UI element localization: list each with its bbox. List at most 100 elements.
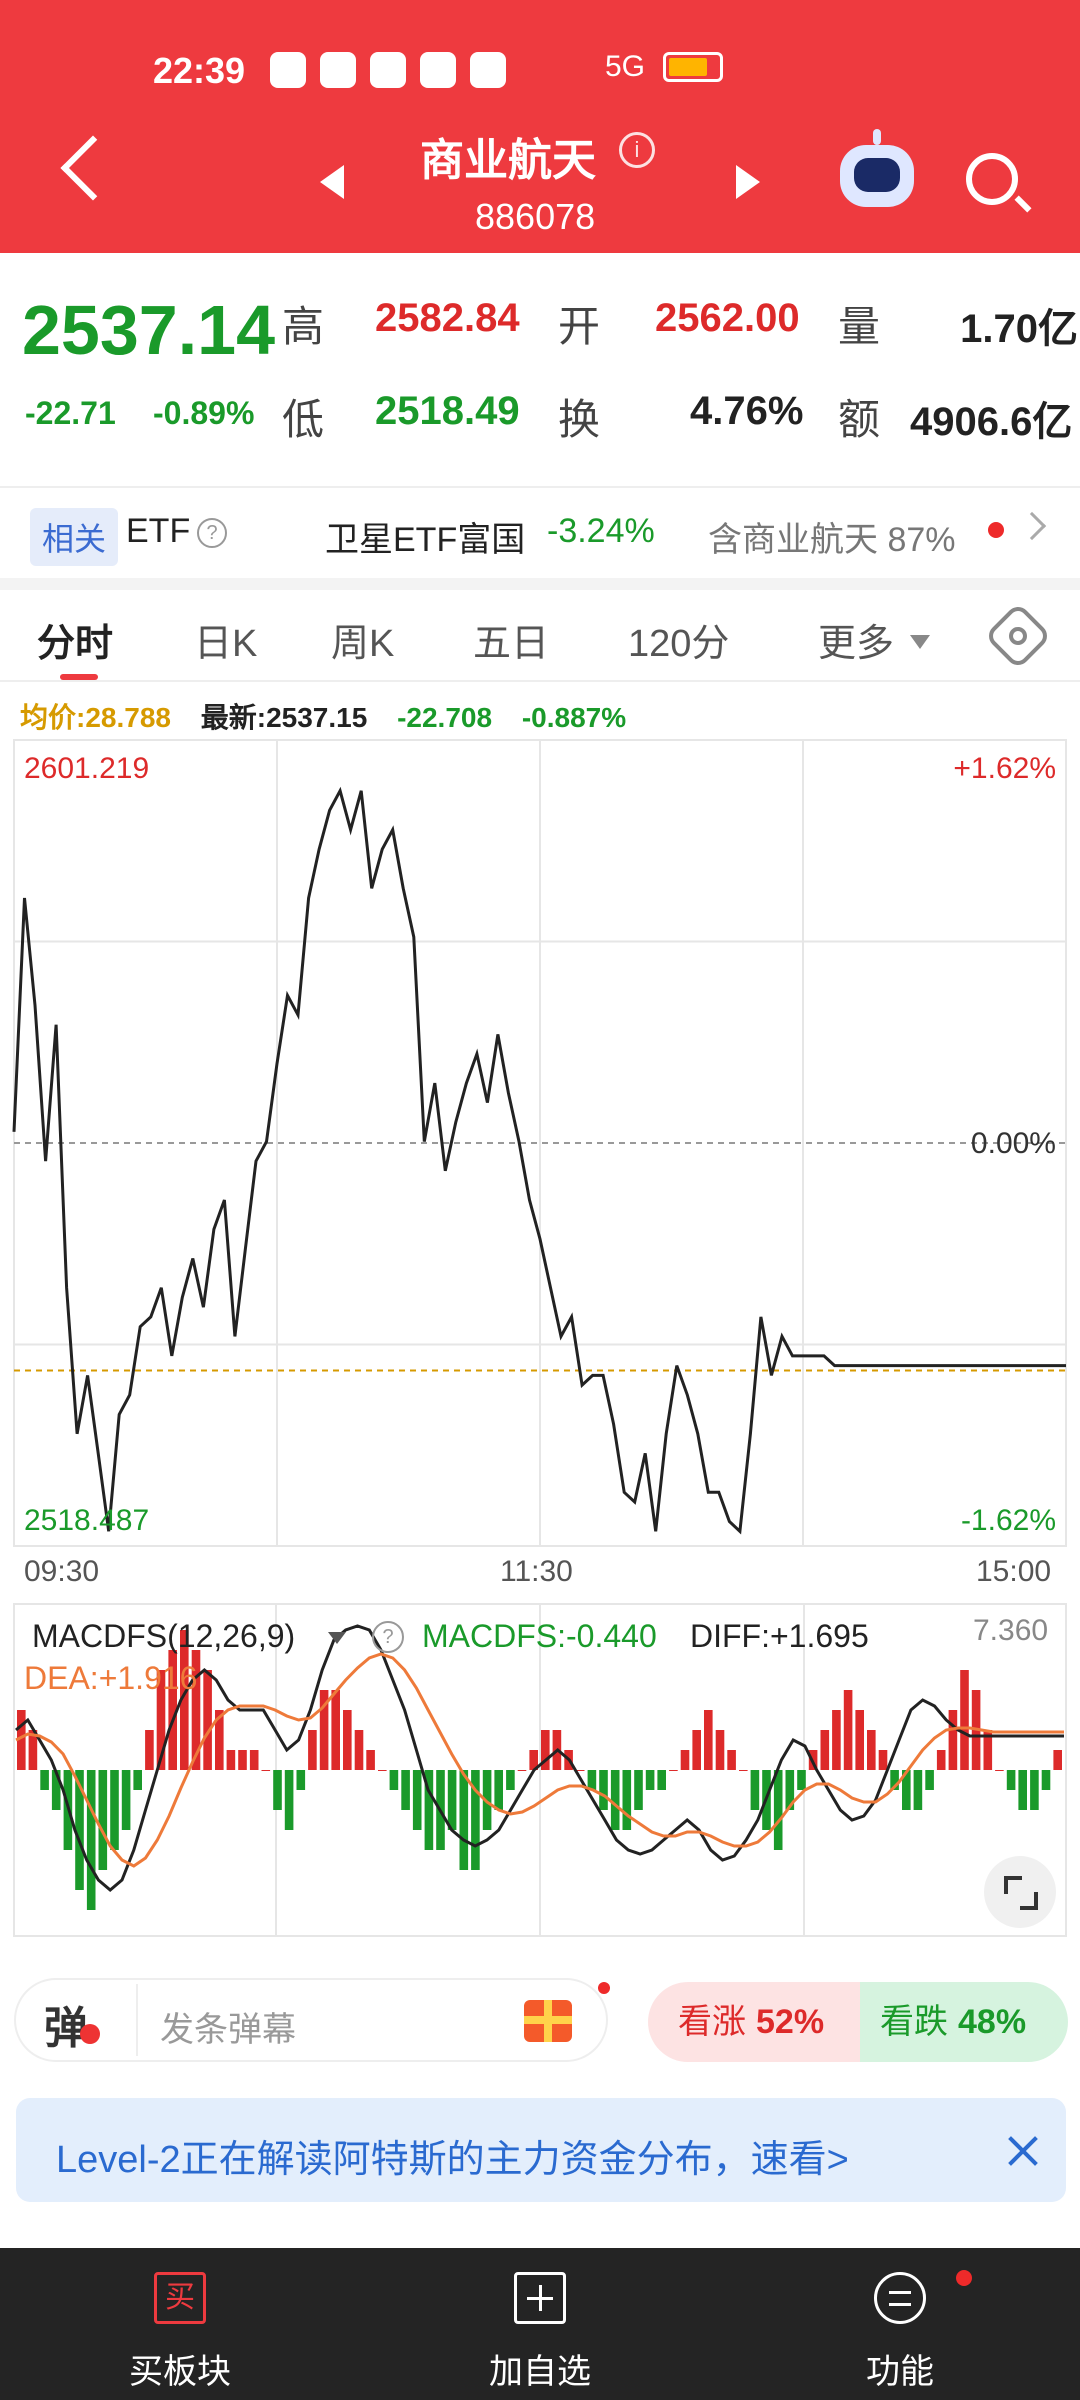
latest-price: 最新:2537.15 — [200, 702, 368, 733]
macd-bar — [645, 1770, 655, 1790]
danmu-placeholder[interactable]: 发条弹幕 — [160, 2002, 296, 2051]
prev-stock-button[interactable] — [320, 165, 344, 199]
pct-mid-label: 0.00% — [971, 1127, 1056, 1160]
notification-dot — [988, 522, 1004, 538]
macd-bar — [401, 1770, 410, 1810]
search-icon[interactable] — [966, 153, 1018, 205]
macd-bar — [261, 1770, 271, 1771]
high-value: 2582.84 — [375, 296, 520, 340]
macd-bar — [634, 1770, 643, 1810]
pct-bottom-label: -1.62% — [961, 1504, 1056, 1537]
open-label: 开 — [558, 303, 601, 350]
info-icon[interactable]: i — [619, 132, 655, 168]
back-button[interactable] — [60, 135, 126, 201]
low-value: 2518.49 — [375, 389, 520, 433]
notification-dot — [956, 2270, 972, 2286]
tab-active-indicator — [60, 674, 98, 680]
intraday-chart[interactable]: 2601.219 2518.487 +1.62% 0.00% -1.62% — [0, 734, 1080, 1554]
help-icon[interactable]: ? — [372, 1621, 404, 1653]
nav-buy-sector[interactable]: 买 买板块 — [0, 2248, 360, 2400]
macd-bar — [878, 1750, 888, 1770]
nav-add-watchlist[interactable]: 加自选 — [360, 2248, 720, 2400]
macd-bar — [925, 1770, 934, 1790]
related-etf-row[interactable]: 相关 ETF ? 卫星ETF富国 -3.24% 含商业航天 87% — [0, 486, 1080, 578]
macd-bar — [343, 1710, 352, 1770]
bottom-nav: 买 买板块 加自选 功能 — [0, 2248, 1080, 2400]
tab-more[interactable]: 更多 — [818, 612, 894, 667]
diff-value: DIFF:+1.695 — [690, 1618, 869, 1654]
macd-bar — [867, 1730, 876, 1770]
volume-value: 1.70亿 — [960, 307, 1078, 351]
macd-bar — [669, 1770, 678, 1771]
tab-weekly-k[interactable]: 周K — [331, 612, 394, 667]
battery-icon — [663, 52, 724, 82]
macd-bar — [506, 1770, 515, 1790]
macd-indicator-select[interactable]: MACDFS(12,26,9) — [32, 1618, 295, 1655]
status-time: 22:39 — [153, 50, 246, 91]
avg-price: 均价:28.788 — [20, 702, 171, 733]
app-notification-icon — [270, 52, 306, 88]
macd-bar — [1053, 1750, 1062, 1770]
notification-dot — [598, 1982, 610, 1994]
bullish-vote-button[interactable]: 看涨 52% — [648, 1982, 860, 2062]
macd-bar — [412, 1770, 422, 1830]
close-icon[interactable] — [1006, 2134, 1040, 2168]
macd-bar — [366, 1750, 375, 1770]
banner-text[interactable]: Level-2正在解读阿特斯的主力资金分布，速看> — [56, 2128, 849, 2183]
related-tag: 相关 — [30, 508, 119, 566]
macd-bar — [773, 1770, 783, 1850]
help-icon[interactable]: ? — [197, 518, 227, 548]
chart-info-row: 均价:28.788 最新:2537.15 -22.708 -0.887% — [20, 696, 648, 736]
macd-bar — [727, 1750, 736, 1770]
macd-bar — [855, 1710, 864, 1770]
assistant-robot-icon[interactable] — [840, 129, 914, 207]
macd-bar — [40, 1770, 49, 1790]
dea-value: DEA:+1.916 — [24, 1660, 198, 1696]
price-change: -22.71 — [25, 395, 116, 431]
macd-bar — [1006, 1770, 1016, 1790]
app-notification-icon — [470, 52, 506, 88]
macd-bar — [843, 1690, 853, 1770]
etf-label: ETF — [126, 512, 191, 550]
macd-bar — [121, 1770, 131, 1830]
chevron-down-icon[interactable] — [328, 1632, 346, 1644]
header-bar: 22:39 5G 商业航天 i 886078 — [0, 0, 1080, 253]
macd-bar — [820, 1730, 830, 1770]
nav-functions[interactable]: 功能 — [720, 2248, 1080, 2400]
danmu-toggle[interactable]: 弹 — [44, 1992, 88, 2056]
macd-bar — [832, 1710, 841, 1770]
x-axis-label-midday: 11:30 — [500, 1555, 573, 1588]
bearish-vote-button[interactable]: 看跌 48% — [860, 1982, 1068, 2062]
nav-add-label: 加自选 — [489, 2353, 591, 2391]
macd-bar — [110, 1770, 119, 1850]
macd-bar — [238, 1750, 247, 1770]
add-icon — [514, 2272, 566, 2324]
tab-timeshare[interactable]: 分时 — [37, 612, 113, 667]
next-stock-button[interactable] — [736, 165, 760, 199]
macd-bar — [226, 1750, 236, 1770]
y-axis-top-label: 2601.219 — [24, 752, 149, 785]
level2-banner[interactable]: Level-2正在解读阿特斯的主力资金分布，速看> — [16, 2098, 1066, 2202]
expand-chart-button[interactable] — [984, 1856, 1056, 1928]
macd-bar — [936, 1750, 946, 1770]
network-label: 5G — [605, 50, 646, 83]
macd-bar — [389, 1770, 399, 1790]
macd-bar — [447, 1770, 457, 1830]
macd-bar — [98, 1770, 108, 1870]
macd-bar — [599, 1770, 608, 1810]
chevron-down-icon[interactable] — [910, 635, 930, 649]
etf-change-pct: -3.24% — [547, 512, 655, 550]
status-app-icons — [270, 52, 506, 88]
macd-bar — [517, 1770, 527, 1771]
tab-five-day[interactable]: 五日 — [473, 612, 549, 667]
macd-bar — [308, 1730, 317, 1770]
tab-daily-k[interactable]: 日K — [194, 612, 257, 667]
gift-icon[interactable] — [524, 2000, 572, 2042]
x-axis-label-close: 15:00 — [976, 1555, 1052, 1588]
bearish-pct: 48% — [958, 2003, 1027, 2041]
stock-code: 886078 — [475, 196, 596, 237]
tab-120-min[interactable]: 120分 — [628, 612, 729, 667]
page-title: 商业航天 — [420, 136, 596, 185]
danmu-input-box[interactable] — [14, 1978, 608, 2062]
price-change-pct: -0.89% — [153, 395, 255, 431]
